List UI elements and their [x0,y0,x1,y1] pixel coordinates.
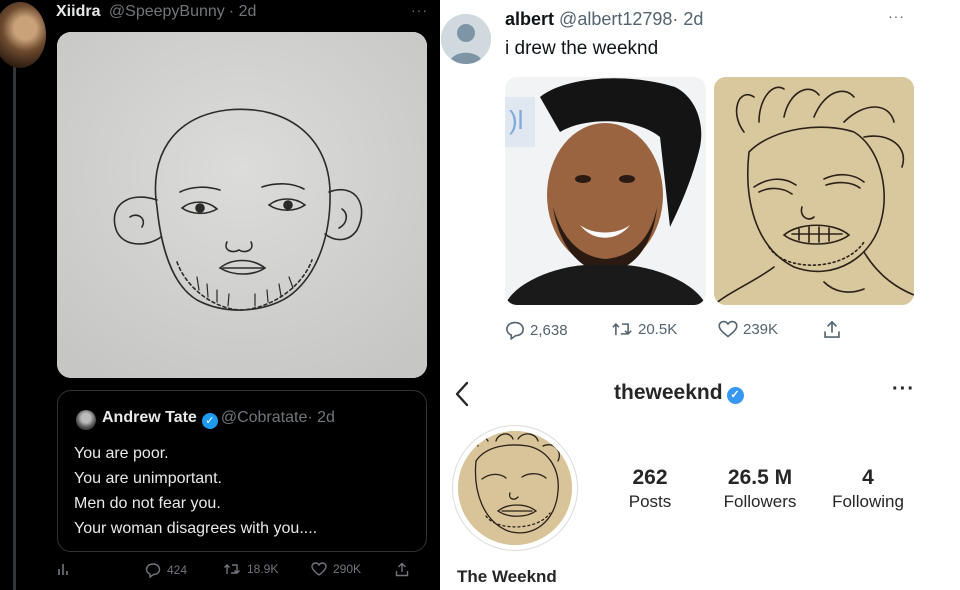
posts-count: 262 [632,466,668,489]
verified-badge-icon: ✓ [201,413,218,429]
svg-text:)l: )l [509,105,523,135]
avatar[interactable] [0,2,46,68]
avatar-sketch [458,431,572,545]
following-label: Following [832,492,904,511]
text-line: You are poor. [74,445,169,462]
following-count: 4 [862,466,874,489]
author-handle[interactable]: @SpeepyBunny [109,3,225,20]
like-count: 239K [743,320,779,338]
like-button[interactable]: 239K [718,320,778,338]
analytics-button[interactable] [57,562,71,576]
more-icon[interactable]: ··· [888,8,905,24]
text-line: Men do not fear you. [74,495,221,512]
reply-button[interactable]: 2,638 [505,320,568,340]
more-icon[interactable]: ··· [411,2,428,18]
retweet-icon [612,322,632,336]
posts-stat[interactable]: 262 Posts [618,466,682,512]
text-line: Your woman disagrees with you.... [74,520,318,537]
profile-display-name: The Weeknd [457,567,557,586]
author-name[interactable]: Andrew Tate [102,409,197,426]
like-icon [311,562,327,576]
more-icon[interactable]: ··· [892,378,915,401]
author-handle[interactable]: @Cobratate [221,409,308,426]
tweet-time: · 2d [672,9,704,29]
photo-image[interactable]: )l [505,77,706,305]
text-line: You are unimportant. [74,470,222,487]
action-bar: 424 18.9K 290K [57,562,427,582]
reply-count: 424 [167,563,188,577]
followers-count: 26.5 M [727,466,793,489]
portrait-photo: )l [505,77,706,305]
retweet-count: 18.9K [247,562,279,576]
avatar[interactable] [441,14,491,64]
reply-icon [506,321,524,340]
author-name[interactable]: Xiidra [56,3,100,20]
retweet-count: 20.5K [638,320,678,338]
like-count: 290K [333,562,362,576]
followers-label: Followers [723,492,797,511]
retweet-button[interactable]: 18.9K [223,562,278,576]
quoted-tweet-text: You are poor. You are unimportant. Men d… [74,441,317,541]
retweet-icon [224,564,240,574]
verified-badge-icon: ✓ [726,387,744,404]
author-name[interactable]: albert [505,9,554,29]
thread-line [13,64,16,590]
retweet-button[interactable]: 20.5K [611,320,677,338]
back-button[interactable] [452,378,474,410]
share-button[interactable] [395,562,409,577]
back-arrow-icon [455,381,469,407]
face-sketch [57,32,427,378]
drawing-image[interactable] [57,32,427,378]
following-stat[interactable]: 4 Following [822,466,914,512]
profile-username: theweeknd ✓ [614,381,744,405]
reply-count: 2,638 [530,321,568,339]
left-tweet-panel: Xiidra @SpeepyBunny · 2d ··· Andrew Tate… [0,0,440,590]
tweet-header: albert @albert12798· 2d [505,9,703,30]
followers-stat[interactable]: 26.5 M Followers [712,466,808,512]
tweet-time: · 2d [307,409,335,426]
quoted-tweet-header: Andrew Tate ✓ @Cobratate· 2d [102,409,335,429]
profile-avatar[interactable] [458,431,572,545]
analytics-icon [58,564,68,575]
like-button[interactable]: 290K [311,562,361,576]
author-handle[interactable]: @albert12798 [559,9,672,29]
reply-icon [145,563,161,578]
default-avatar-icon [441,14,491,64]
username-text: theweeknd [614,381,723,404]
like-icon [718,320,738,338]
tweet-text: i drew the weeknd [505,38,659,59]
posts-label: Posts [628,492,672,511]
share-icon [395,562,409,577]
drawing-image[interactable] [714,77,914,305]
share-button[interactable] [823,320,841,339]
weeknd-sketch [714,77,914,305]
quoted-tweet[interactable]: Andrew Tate ✓ @Cobratate· 2d You are poor.… [57,390,427,552]
avatar[interactable] [76,410,96,430]
share-icon [824,320,840,338]
reply-button[interactable]: 424 [145,562,187,578]
tweet-header: Xiidra @SpeepyBunny · 2d [56,3,256,21]
tweet-time: · 2d [228,3,257,20]
